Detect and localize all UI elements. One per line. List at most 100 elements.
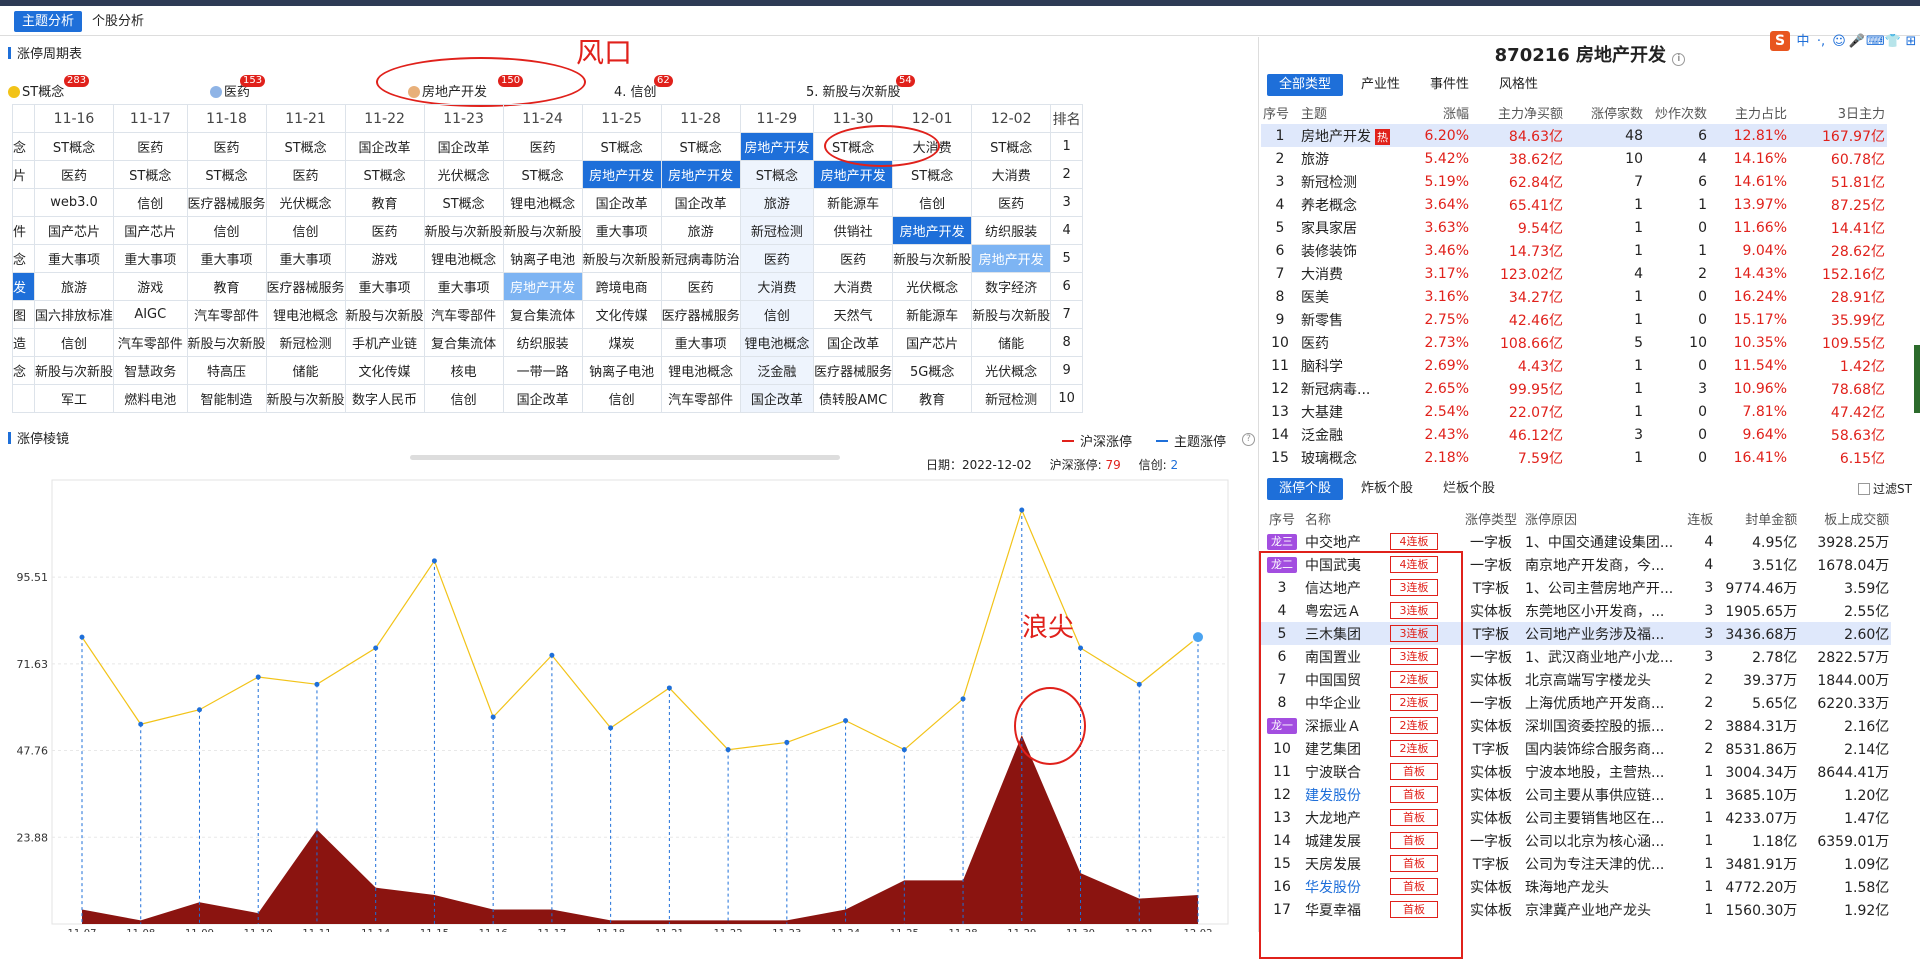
- theme-cell[interactable]: 医疗器械服务: [186, 188, 267, 217]
- theme-rank-item[interactable]: 5. 新股与次新股 54: [806, 75, 915, 100]
- theme-cell[interactable]: 大消费: [739, 272, 815, 301]
- theme-cell[interactable]: 锂电池概念: [265, 300, 346, 329]
- theme-rank-item[interactable]: ST概念 283: [8, 75, 90, 100]
- theme-cell[interactable]: 汽车零部件: [186, 300, 267, 329]
- theme-rank-item[interactable]: 4. 信创 62: [614, 75, 673, 100]
- theme-cell[interactable]: 储能: [971, 328, 1052, 357]
- line-point[interactable]: [314, 681, 320, 687]
- line-point[interactable]: [666, 685, 672, 691]
- theme-rank-row[interactable]: 11 脑科学 2.69% 4.43亿 1 0 11.54% 1.42亿: [1261, 354, 1887, 377]
- theme-type-tab[interactable]: 全部类型: [1267, 74, 1344, 96]
- theme-cell[interactable]: 国企改革: [581, 188, 662, 217]
- theme-cell[interactable]: 国企改革: [739, 384, 815, 413]
- stock-name[interactable]: 中交地产: [1305, 535, 1361, 551]
- theme-cell[interactable]: 国企改革: [813, 328, 894, 357]
- theme-cell[interactable]: 重大事项: [33, 244, 115, 273]
- theme-cell[interactable]: ST概念: [423, 188, 504, 217]
- theme-cell[interactable]: 新能源车: [892, 300, 973, 329]
- theme-cell[interactable]: 钠离子电池: [502, 244, 583, 273]
- theme-cell[interactable]: 锂电池概念: [739, 328, 815, 357]
- rank-col-header[interactable]: 炒作次数: [1645, 101, 1709, 124]
- theme-cell[interactable]: ST概念: [344, 160, 425, 189]
- theme-cell[interactable]: 锂电池概念: [423, 244, 504, 273]
- theme-cell[interactable]: 医疗器械服务: [813, 356, 894, 385]
- theme-cell[interactable]: 医药: [502, 132, 583, 161]
- date-header[interactable]: 11-29: [739, 104, 815, 133]
- cut-off-cell[interactable]: 造: [12, 328, 35, 357]
- line-point[interactable]: [608, 725, 614, 731]
- theme-cell[interactable]: 特高压: [186, 356, 267, 385]
- theme-rank-row[interactable]: 13 大基建 2.54% 22.07亿 1 0 7.81% 47.42亿: [1261, 400, 1887, 423]
- theme-cell[interactable]: 重大事项: [186, 244, 267, 273]
- theme-rank-row[interactable]: 9 新零售 2.75% 42.46亿 1 0 15.17% 35.99亿: [1261, 308, 1887, 331]
- stock-col-header[interactable]: 序号: [1261, 507, 1303, 530]
- theme-rank-row[interactable]: 6 装修装饰 3.46% 14.73亿 1 1 9.04% 28.62亿: [1261, 239, 1887, 262]
- theme-cell[interactable]: 光伏概念: [423, 160, 504, 189]
- theme-cell[interactable]: 一带一路: [502, 356, 583, 385]
- theme-cell[interactable]: ST概念: [33, 132, 115, 161]
- theme-cell[interactable]: 新股与次新股: [344, 300, 425, 329]
- theme-rank-row[interactable]: 8 医美 3.16% 34.27亿 1 0 16.24% 28.91亿: [1261, 285, 1887, 308]
- stock-col-header[interactable]: 封单金额: [1715, 507, 1799, 530]
- theme-rank-row[interactable]: 5 家具家居 3.63% 9.54亿 1 0 11.66% 14.41亿: [1261, 216, 1887, 239]
- rank-col-header[interactable]: 涨停家数: [1565, 101, 1645, 124]
- cut-off-cell[interactable]: 图: [12, 300, 35, 329]
- line-point[interactable]: [1019, 507, 1025, 513]
- theme-cell[interactable]: 医疗器械服务: [265, 272, 346, 301]
- ime-tool-icon[interactable]: ⌨: [1866, 34, 1885, 49]
- line-point[interactable]: [431, 558, 437, 564]
- theme-cell[interactable]: 医药: [971, 188, 1052, 217]
- theme-cell[interactable]: ST概念: [660, 132, 741, 161]
- stock-col-header[interactable]: 名称: [1303, 507, 1369, 530]
- theme-rank-row[interactable]: 2 旅游 5.42% 38.62亿 10 4 14.16% 60.78亿: [1261, 147, 1887, 170]
- date-header[interactable]: 11-28: [660, 104, 741, 133]
- theme-cell[interactable]: 新冠检测: [739, 216, 815, 245]
- theme-cell[interactable]: 新冠病毒防治: [660, 244, 741, 273]
- rank-col-header[interactable]: 3日主力: [1789, 101, 1887, 124]
- tab-stock-analysis[interactable]: 个股分析: [84, 11, 152, 32]
- theme-cell[interactable]: 燃料电池: [113, 384, 188, 413]
- theme-rank-row[interactable]: 3 新冠检测 5.19% 62.84亿 7 6 14.61% 51.81亿: [1261, 170, 1887, 193]
- horizontal-scrollbar[interactable]: [410, 455, 840, 460]
- stock-col-header[interactable]: 连板: [1675, 507, 1715, 530]
- theme-rank-row[interactable]: 15 玻璃概念 2.18% 7.59亿 1 0 16.41% 6.15亿: [1261, 446, 1887, 469]
- cut-off-cell[interactable]: 念: [12, 132, 35, 161]
- date-header[interactable]: 11-16: [33, 104, 115, 133]
- theme-cell[interactable]: 房地产开发: [502, 272, 583, 301]
- theme-cell[interactable]: 房地产开发: [660, 160, 741, 189]
- theme-cell[interactable]: 智能制造: [186, 384, 267, 413]
- theme-cell[interactable]: 信创: [423, 384, 504, 413]
- theme-cell[interactable]: 债转股AMC: [813, 384, 894, 413]
- theme-cell[interactable]: 新股与次新股: [265, 384, 346, 413]
- theme-cell[interactable]: ST概念: [502, 160, 583, 189]
- theme-cell[interactable]: 汽车零部件: [423, 300, 504, 329]
- theme-rank-row[interactable]: 7 大消费 3.17% 123.02亿 4 2 14.43% 152.16亿: [1261, 262, 1887, 285]
- ime-tool-icon[interactable]: 中: [1794, 30, 1812, 49]
- theme-cell[interactable]: 信创: [892, 188, 973, 217]
- theme-cell[interactable]: 重大事项: [423, 272, 504, 301]
- stock-col-header[interactable]: 板上成交额: [1799, 507, 1891, 530]
- theme-cell[interactable]: 天然气: [813, 300, 894, 329]
- theme-cell[interactable]: 国产芯片: [892, 328, 973, 357]
- line-point[interactable]: [784, 739, 790, 745]
- theme-cell[interactable]: 房地产开发: [581, 160, 662, 189]
- cut-off-cell[interactable]: 件: [12, 216, 35, 245]
- theme-type-tab[interactable]: 风格性: [1487, 74, 1550, 96]
- theme-cell[interactable]: 泛金融: [739, 356, 815, 385]
- filter-st-checkbox[interactable]: [1858, 483, 1871, 495]
- theme-cell[interactable]: 医药: [344, 216, 425, 245]
- date-header[interactable]: 11-25: [581, 104, 662, 133]
- theme-cell[interactable]: 大消费: [971, 160, 1052, 189]
- theme-rank-row[interactable]: 14 泛金融 2.43% 46.12亿 3 0 9.64% 58.63亿: [1261, 423, 1887, 446]
- stock-row[interactable]: 龙三 中交地产 4连板 一字板 1、中国交通建设集团... 4 4.95亿 3928.25万: [1261, 530, 1891, 553]
- theme-cell[interactable]: 游戏: [113, 272, 188, 301]
- date-header[interactable]: 11-23: [423, 104, 504, 133]
- theme-cell[interactable]: 新股与次新股: [33, 356, 115, 385]
- line-point[interactable]: [373, 645, 379, 651]
- theme-cell[interactable]: ST概念: [581, 132, 662, 161]
- theme-cell[interactable]: 大消费: [813, 272, 894, 301]
- theme-cell[interactable]: 信创: [113, 188, 188, 217]
- line-point[interactable]: [1191, 630, 1205, 645]
- line-point[interactable]: [960, 696, 966, 702]
- ime-tool-icon[interactable]: ⊞: [1902, 34, 1920, 49]
